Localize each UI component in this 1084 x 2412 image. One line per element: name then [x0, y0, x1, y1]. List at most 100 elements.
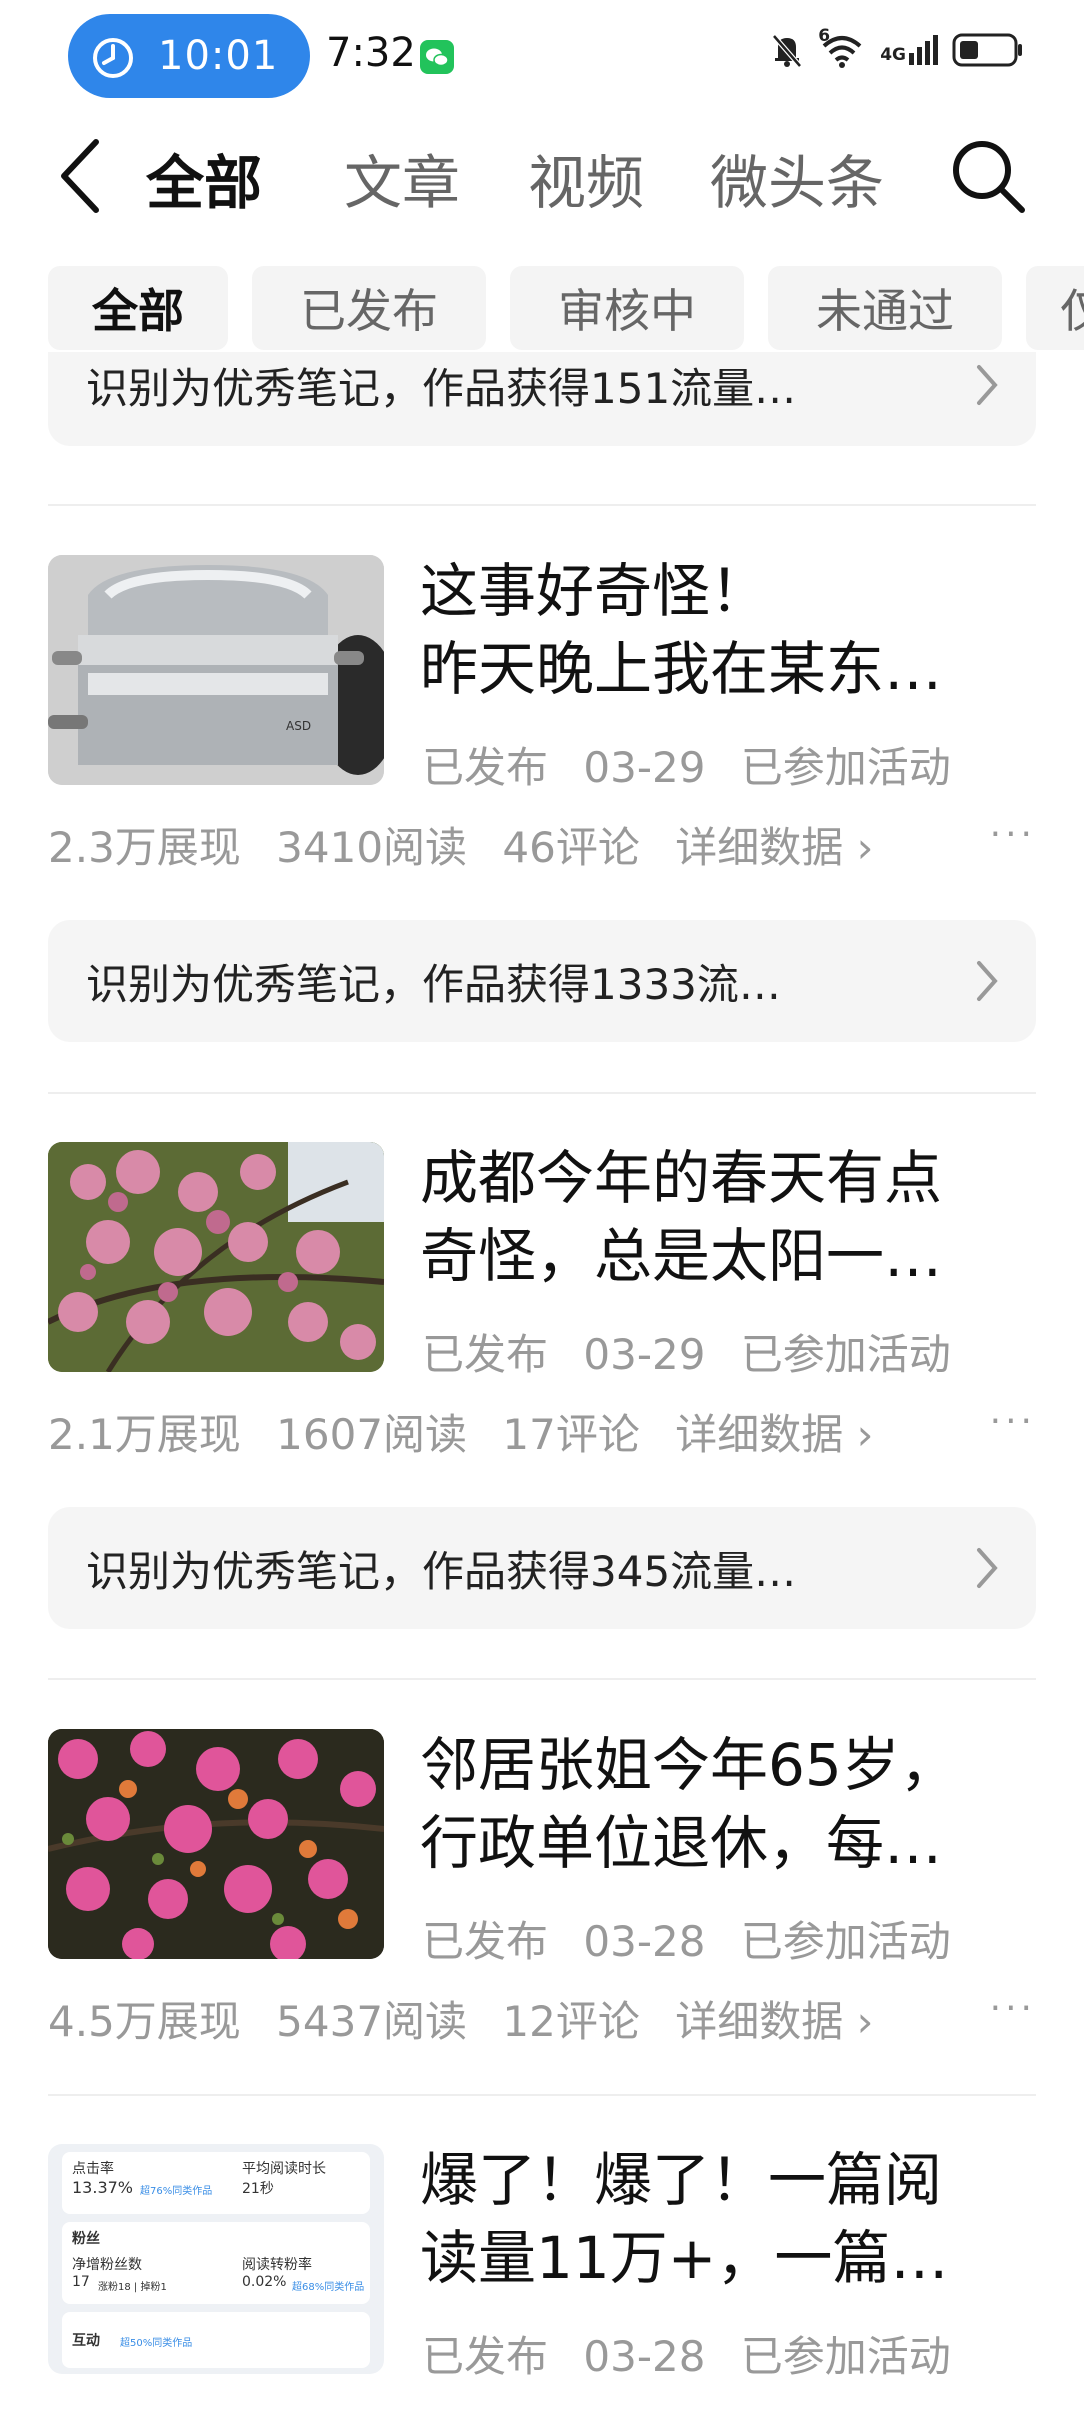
comments: 46评论	[502, 823, 640, 872]
battery-icon	[952, 33, 1022, 67]
timer-pill[interactable]: 10:01	[68, 14, 310, 98]
click-rate-badge: 超76%同类作品	[140, 2186, 213, 2197]
tab-micro-headlines[interactable]: 微头条	[710, 136, 884, 220]
timer-icon	[93, 38, 133, 78]
fans-label: 粉丝	[72, 2231, 100, 2247]
signal-icon: 4G	[880, 35, 938, 65]
reads: 5437阅读	[276, 1997, 468, 2046]
divider	[48, 2094, 1036, 2096]
excellent-note-notice[interactable]: 识别为优秀笔记，作品获得151流量…	[48, 352, 1036, 446]
notice-text: 识别为优秀笔记，作品获得151流量…	[86, 363, 797, 413]
post-meta: 已发布 03-28 已参加活动	[422, 1908, 973, 1969]
net-fans-detail: 涨粉18 | 掉粉1	[98, 2282, 167, 2293]
post-meta: 已发布 03-28 已参加活动	[422, 2323, 973, 2384]
conversion-value: 0.02%	[242, 2274, 287, 2290]
filter-published[interactable]: 已发布	[252, 266, 486, 350]
excellent-note-notice[interactable]: 识别为优秀笔记，作品获得345流量…	[48, 1507, 1036, 1629]
avg-time-value: 21秒	[242, 2181, 274, 2197]
reads: 1607阅读	[276, 1410, 468, 1459]
search-button[interactable]	[946, 134, 1030, 218]
net-fans-label: 净增粉丝数	[72, 2257, 142, 2273]
post-activity: 已参加活动	[740, 743, 951, 792]
more-options-button[interactable]: ···	[990, 1401, 1036, 1442]
more-options-button[interactable]: ···	[990, 814, 1036, 855]
divider	[48, 1678, 1036, 1680]
excellent-note-notice[interactable]: 识别为优秀笔记，作品获得1333流…	[48, 920, 1036, 1042]
post-date: 03-28	[583, 2332, 706, 2381]
more-options-button[interactable]: ···	[990, 1988, 1036, 2029]
divider	[48, 504, 1036, 506]
post-status: 已发布	[422, 1330, 549, 1379]
interaction-label: 互动	[72, 2333, 100, 2349]
post-thumbnail-stats-screenshot[interactable]: 点击率 13.37% 超76%同类作品 平均阅读时长 21秒 粉丝 净增粉丝数 …	[48, 2144, 384, 2374]
post-activity: 已参加活动	[740, 2332, 951, 2381]
notice-text: 识别为优秀笔记，作品获得1333流…	[86, 959, 781, 1009]
post-date: 03-28	[583, 1917, 706, 1966]
click-rate-label: 点击率	[72, 2161, 114, 2177]
impressions: 2.3万展现	[48, 823, 241, 872]
post-title-line: 行政单位退休，每…	[420, 1809, 943, 1877]
tab-videos[interactable]: 视频	[528, 136, 644, 220]
filter-all[interactable]: 全部	[48, 266, 228, 350]
chevron-right-icon	[977, 961, 998, 1001]
post-title-line: 成都今年的春天有点	[420, 1144, 943, 1212]
impressions: 2.1万展现	[48, 1410, 241, 1459]
post-activity: 已参加活动	[740, 1917, 951, 1966]
avg-time-label: 平均阅读时长	[242, 2161, 326, 2177]
post-stats: 4.5万展现 5437阅读 12评论 详细数据 ›	[48, 1988, 1036, 2049]
thumb-card: 粉丝 净增粉丝数 17 涨粉18 | 掉粉1 阅读转粉率 0.02% 超68%同…	[62, 2222, 370, 2304]
mute-bell-icon	[772, 34, 803, 68]
click-rate-value: 13.37%	[72, 2178, 134, 2197]
timer-text: 10:01	[158, 33, 279, 79]
detail-data-label: 详细数据	[675, 823, 844, 872]
post-stats: 2.1万展现 1607阅读 17评论 详细数据 ›	[48, 1401, 1036, 1462]
post-status: 已发布	[422, 743, 549, 792]
post-stats: 2.3万展现 3410阅读 46评论 详细数据 ›	[48, 814, 1036, 875]
tab-articles[interactable]: 文章	[344, 136, 460, 220]
detail-data-link[interactable]: 详细数据 ›	[675, 823, 873, 872]
detail-data-label: 详细数据	[675, 1997, 844, 2046]
status-icons: 6 4G	[770, 26, 1024, 70]
chevron-right-icon	[977, 365, 998, 405]
post-thumbnail-blossom[interactable]	[48, 1142, 384, 1372]
post-status: 已发布	[422, 1917, 549, 1966]
post-title[interactable]: 成都今年的春天有点 奇怪，总是太阳一…	[420, 1139, 1040, 1295]
divider	[48, 1092, 1036, 1094]
comments: 17评论	[502, 1410, 640, 1459]
impressions: 4.5万展现	[48, 1997, 241, 2046]
filter-reviewing[interactable]: 审核中	[510, 266, 744, 350]
post-title-line: 读量11万+，一篇…	[420, 2224, 949, 2292]
comments: 12评论	[502, 1997, 640, 2046]
thumb-card: 互动 超50%同类作品	[62, 2312, 370, 2368]
content-feed: 识别为优秀笔记，作品获得151流量… ASD 这事好奇怪！ 昨天晚上我在某东… …	[0, 352, 1084, 2412]
post-title[interactable]: 爆了！爆了！一篇阅 读量11万+，一篇…	[420, 2141, 1040, 2297]
post-thumbnail-pink-blossom[interactable]	[48, 1729, 384, 1959]
status-bar: 10:01 7:32 6 4G	[0, 0, 1084, 110]
interaction-badge: 超50%同类作品	[120, 2338, 193, 2349]
conversion-badge: 超68%同类作品	[292, 2282, 365, 2293]
detail-data-label: 详细数据	[675, 1410, 844, 1459]
post-title[interactable]: 邻居张姐今年65岁， 行政单位退休，每…	[420, 1726, 1040, 1882]
notice-text: 识别为优秀笔记，作品获得345流量…	[86, 1546, 797, 1596]
chevron-right-icon	[977, 1548, 998, 1588]
post-title-line: 爆了！爆了！一篇阅	[420, 2146, 943, 2214]
status-filter-row: 全部 已发布 审核中 未通过 仅	[0, 266, 1084, 352]
filter-only[interactable]: 仅	[1026, 266, 1084, 350]
back-arrow-icon	[61, 139, 99, 213]
detail-data-link[interactable]: 详细数据 ›	[675, 1410, 873, 1459]
post-meta: 已发布 03-29 已参加活动	[422, 1321, 973, 1382]
post-title-line: 昨天晚上我在某东…	[420, 635, 943, 703]
svg-text:ASD: ASD	[286, 719, 311, 733]
filter-rejected[interactable]: 未通过	[768, 266, 1002, 350]
post-title[interactable]: 这事好奇怪！ 昨天晚上我在某东…	[420, 552, 1040, 708]
post-thumbnail-steamer[interactable]: ASD	[48, 555, 384, 785]
post-meta: 已发布 03-29 已参加活动	[422, 734, 973, 795]
tab-all[interactable]: 全部	[146, 136, 262, 220]
clock: 7:32	[326, 30, 416, 76]
conversion-label: 阅读转粉率	[242, 2257, 312, 2273]
post-title-line: 邻居张姐今年65岁，	[420, 1731, 958, 1799]
detail-data-link[interactable]: 详细数据 ›	[675, 1997, 873, 2046]
reads: 3410阅读	[276, 823, 468, 872]
wifi-generation: 6	[818, 26, 831, 46]
back-button[interactable]	[52, 134, 112, 218]
